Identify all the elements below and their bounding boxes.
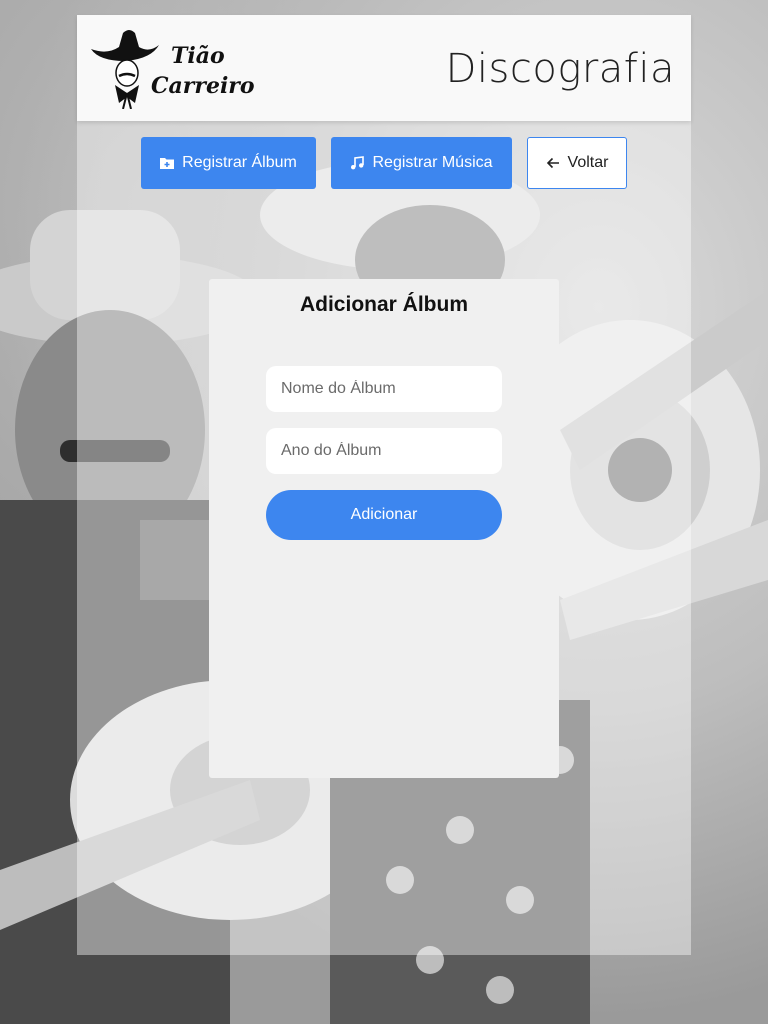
add-button[interactable]: Adicionar bbox=[266, 490, 502, 540]
register-album-label: Registrar Álbum bbox=[182, 154, 297, 171]
music-note-icon bbox=[351, 156, 365, 170]
album-year-input[interactable] bbox=[266, 428, 502, 474]
card-title: Adicionar Álbum bbox=[299, 293, 468, 316]
register-album-button[interactable]: Registrar Álbum bbox=[141, 137, 316, 189]
svg-text:Carreiro: Carreiro bbox=[151, 73, 255, 99]
svg-text:Tião: Tião bbox=[171, 43, 225, 69]
header: Tião Carreiro Discografia bbox=[77, 15, 691, 121]
back-label: Voltar bbox=[567, 154, 609, 171]
add-album-card: Adicionar Álbum Adicionar bbox=[209, 279, 559, 778]
register-music-label: Registrar Música bbox=[372, 154, 493, 171]
cowboy-logo-icon: Tião Carreiro bbox=[91, 30, 255, 110]
arrow-left-icon bbox=[546, 157, 559, 169]
back-button[interactable]: Voltar bbox=[527, 137, 627, 189]
album-name-input[interactable] bbox=[266, 366, 502, 412]
register-music-button[interactable]: Registrar Música bbox=[331, 137, 512, 189]
folder-add-icon bbox=[160, 158, 175, 169]
logo: Tião Carreiro bbox=[89, 27, 261, 110]
page-title: Discografia bbox=[445, 46, 675, 92]
